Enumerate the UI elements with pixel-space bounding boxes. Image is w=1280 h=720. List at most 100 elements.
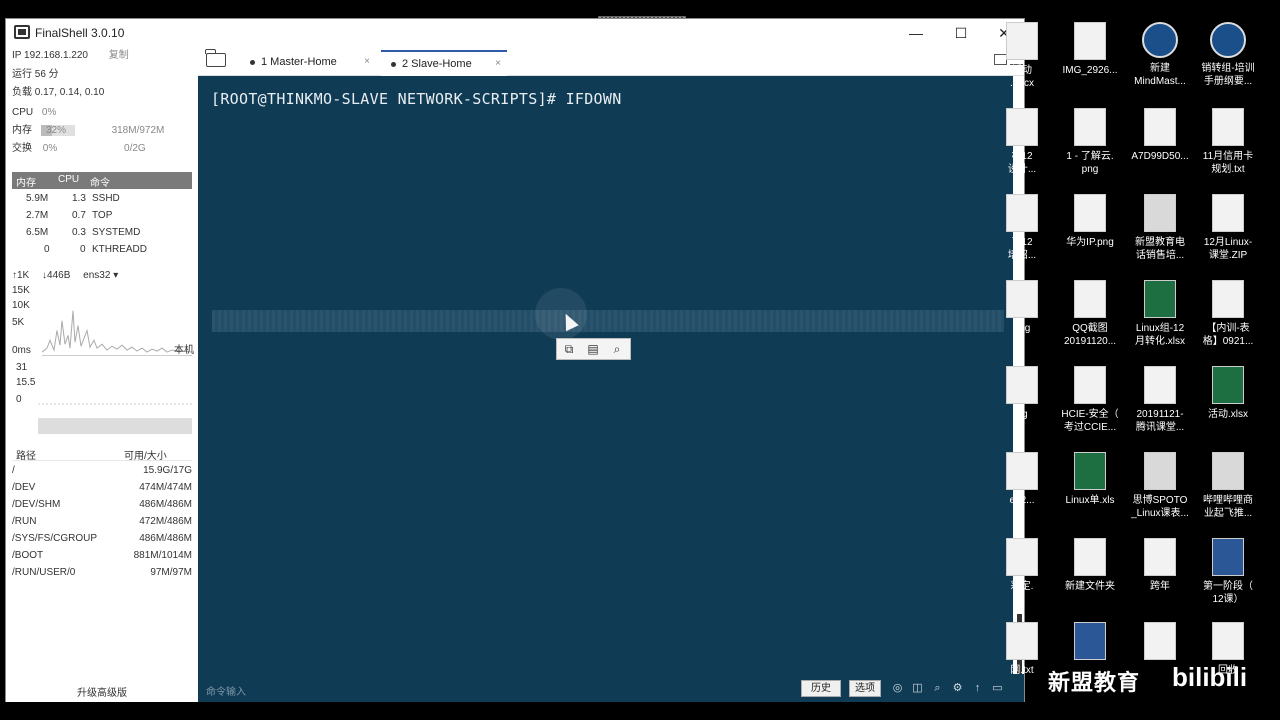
desktop-file-icon[interactable]: 彩定. x: [987, 538, 1057, 606]
desktop-file-icon[interactable]: 思博SPOTO _Linux课表...: [1125, 452, 1195, 520]
desktop-file-icon[interactable]: QQ截图 20191120...: [1055, 280, 1125, 348]
desktop-file-icon[interactable]: 哔哩哔哩商 业起飞推...: [1193, 452, 1263, 520]
swap-label: 交换: [12, 143, 32, 154]
round-file-icon: [1142, 22, 1178, 58]
pdf-file-icon: [1144, 452, 1176, 490]
tab-slave-home[interactable]: 2 Slave-Home ×: [381, 50, 507, 76]
desktop-file-icon[interactable]: ng: [987, 366, 1057, 421]
desktop-file-icon[interactable]: [1125, 622, 1195, 664]
proc-cpu: 0: [80, 244, 86, 255]
desktop-file-icon[interactable]: 活动 .docx: [987, 22, 1057, 90]
desktop-file-label: 网.txt: [1010, 665, 1034, 676]
desktop-file-icon[interactable]: 育12 培招...: [987, 194, 1057, 262]
desktop-file-icon[interactable]: 20191121- 腾讯课堂...: [1125, 366, 1195, 434]
terminal-area[interactable]: [ROOT@THINKMO-SLAVE NETWORK-SCRIPTS]# IF…: [198, 76, 1013, 674]
desktop-file-icon[interactable]: [1055, 622, 1125, 664]
desktop-file-icon[interactable]: 网.txt: [987, 622, 1057, 677]
upgrade-button[interactable]: 升级高级版: [6, 686, 198, 702]
split-icon[interactable]: ◫: [911, 682, 924, 695]
desktop-file-icon[interactable]: 【内训-表 格】0921...: [1193, 280, 1263, 348]
doc-file-icon: [1144, 622, 1176, 660]
ip-row: IP 192.168.1.220 复制: [12, 48, 129, 63]
search-icon[interactable]: ⌕: [931, 682, 944, 695]
process-row[interactable]: 0 0 KTHREADD: [12, 243, 192, 259]
window-icon[interactable]: ▭: [991, 682, 1004, 695]
search-icon[interactable]: ⌕: [609, 342, 625, 356]
proc-cpu: 1.3: [72, 193, 86, 204]
process-row[interactable]: 2.7M 0.7 TOP: [12, 209, 192, 225]
desktop-file-icon[interactable]: 12月Linux- 课堂.ZIP: [1193, 194, 1263, 262]
desktop-file-icon[interactable]: 11月信用卡 规划.txt: [1193, 108, 1263, 176]
doc-file-icon: [1074, 538, 1106, 576]
connection-dot-icon: [250, 59, 255, 65]
ping-graph: [38, 403, 192, 434]
disk-path: /RUN: [12, 516, 37, 527]
arrow-up-icon[interactable]: ↑: [971, 682, 984, 695]
proc-cmd: TOP: [92, 210, 113, 221]
desktop-file-icon[interactable]: 新建文件夹: [1055, 538, 1125, 593]
desktop-file-icon[interactable]: 销转组-培训 手册纲要...: [1193, 22, 1263, 88]
swap-percent: 0%: [42, 143, 58, 154]
doc-file-icon: [1074, 22, 1106, 60]
desktop-file-icon[interactable]: Linux组-12 月转化.xlsx: [1125, 280, 1195, 348]
desktop-file-icon[interactable]: 新盟教育电 话销售培...: [1125, 194, 1195, 262]
desktop-file-icon[interactable]: IMG_2926...: [1055, 22, 1125, 77]
net-interface-select[interactable]: ens32: [83, 270, 110, 281]
minimize-button[interactable]: —: [901, 22, 931, 44]
desktop-file-label: 第一阶段（ 12课）: [1203, 581, 1253, 605]
desktop-file-icon[interactable]: 跨年: [1125, 538, 1195, 593]
disk-size: 486M/486M: [139, 533, 192, 544]
desktop-file-label: A7D99D50...: [1131, 151, 1189, 162]
doc-file-icon: [1212, 622, 1244, 660]
desktop-file-label: 华为IP.png: [1066, 237, 1114, 248]
desktop-file-icon[interactable]: 新建 MindMast...: [1125, 22, 1195, 88]
ping-label-right: 本机: [174, 345, 194, 356]
tab-master-home[interactable]: 1 Master-Home ×: [240, 50, 376, 76]
desktop-file-icon[interactable]: 活动.xlsx: [1193, 366, 1263, 421]
memory-label: 内存: [12, 125, 32, 136]
watermark-text: 新盟教育: [1048, 670, 1141, 695]
proc-mem: 6.5M: [26, 227, 49, 238]
gear-icon[interactable]: ⚙: [951, 682, 964, 695]
proc-header-mem[interactable]: 内存: [16, 174, 36, 189]
command-input[interactable]: 命令输入: [206, 683, 246, 698]
desktop-file-icon[interactable]: 构12 设计...: [987, 108, 1057, 176]
net-upload: ↑1K: [12, 270, 30, 281]
desktop-file-icon[interactable]: e32...: [987, 452, 1057, 507]
process-row[interactable]: 6.5M 0.3 SYSTEMD: [12, 226, 192, 242]
options-button[interactable]: 选项: [849, 680, 881, 697]
desktop-file-icon[interactable]: Linux单.xls: [1055, 452, 1125, 507]
desktop-file-label: IMG_2926...: [1062, 65, 1118, 76]
tab-close-icon[interactable]: ×: [364, 50, 370, 74]
desktop-file-icon[interactable]: png: [987, 280, 1057, 335]
net-ylabel: 5K: [12, 317, 25, 328]
disk-row: /RUN 472M/486M: [12, 514, 192, 531]
maximize-button[interactable]: ☐: [946, 22, 976, 44]
paste-icon[interactable]: ▤: [585, 342, 601, 356]
disk-size: 97M/97M: [150, 567, 192, 578]
ping-ylabel: 15.5: [16, 377, 36, 388]
desktop-file-icon[interactable]: 第一阶段（ 12课）: [1193, 538, 1263, 606]
copy-ip-button[interactable]: 复制: [109, 50, 129, 61]
proc-mem: 2.7M: [26, 210, 49, 221]
command-bar: 命令输入 历史 选项 ◎ ◫ ⌕ ⚙ ↑ ▭: [198, 674, 1024, 702]
desktop-file-label: 销转组-培训 手册纲要...: [1201, 63, 1255, 87]
doc-file-icon: [1074, 194, 1106, 232]
desktop-file-icon[interactable]: 1 - 了解云. png: [1055, 108, 1125, 176]
uptime: 运行 56 分: [12, 69, 59, 80]
proc-header-cpu[interactable]: CPU: [58, 174, 79, 185]
process-row[interactable]: 5.9M 1.3 SSHD: [12, 192, 192, 208]
folder-icon[interactable]: [205, 49, 226, 67]
chevron-down-icon[interactable]: ▾: [113, 270, 118, 281]
tab-close-icon[interactable]: ×: [495, 52, 501, 76]
proc-header-cmd[interactable]: 命令: [90, 174, 110, 189]
desktop-file-icon[interactable]: 华为IP.png: [1055, 194, 1125, 249]
desktop-file-icon[interactable]: A7D99D50...: [1125, 108, 1195, 163]
doc-file-icon: [1006, 366, 1038, 404]
copy-icon[interactable]: ⧉: [561, 342, 577, 356]
disk-path: /RUN/USER/0: [12, 567, 76, 578]
disk-size: 881M/1014M: [133, 550, 192, 561]
desktop-file-icon[interactable]: HCIE-安全（ 考过CCIE...: [1055, 366, 1125, 434]
history-button[interactable]: 历史: [801, 680, 841, 697]
record-icon[interactable]: ◎: [891, 682, 904, 695]
